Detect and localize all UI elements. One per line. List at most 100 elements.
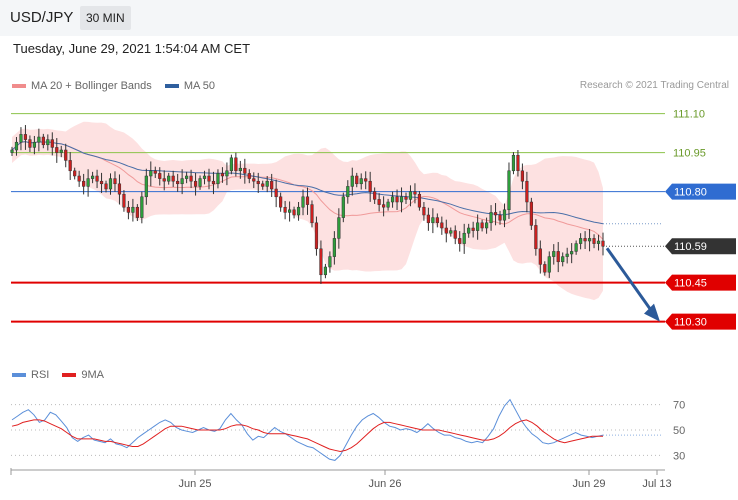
candle-body — [229, 157, 233, 172]
candle-body — [587, 238, 592, 242]
candle-body — [346, 186, 350, 198]
rsi-level-label-30: 30 — [673, 450, 685, 462]
candle-body — [323, 266, 328, 276]
candle-body — [395, 196, 399, 203]
candle-body — [68, 160, 72, 172]
candle-body — [77, 175, 81, 182]
candle-body — [32, 141, 36, 148]
candle-body — [301, 196, 305, 208]
candle-body — [484, 222, 489, 229]
candle-body — [538, 248, 542, 265]
candle-body — [265, 180, 269, 187]
candle-body — [14, 141, 19, 151]
candle-body — [431, 217, 435, 224]
candle-body — [19, 134, 23, 143]
candle-body — [355, 175, 359, 185]
candle-body — [144, 175, 148, 198]
candle-body — [399, 196, 404, 203]
candle-body — [185, 175, 189, 179]
candle-body — [104, 183, 108, 190]
candle-body — [570, 251, 574, 255]
rsi-panel: 70 50 30 — [11, 398, 685, 462]
candle-body — [350, 175, 354, 187]
candle-body — [440, 222, 444, 229]
candle-body — [189, 175, 193, 182]
candle-body — [252, 178, 256, 182]
rsi-level-label-70: 70 — [673, 400, 685, 412]
candle-body — [193, 180, 198, 187]
forecast-arrow — [605, 247, 660, 322]
candle-body — [243, 167, 247, 174]
candle-body — [287, 209, 292, 213]
candle-body — [413, 191, 417, 195]
level-label-110.30: 110.30 — [674, 317, 707, 329]
candle-body — [386, 201, 390, 208]
candle-body — [328, 256, 332, 268]
candle-body — [135, 206, 139, 218]
candle-body — [592, 238, 596, 244]
candle-body — [341, 196, 345, 218]
candle-body — [556, 251, 560, 263]
candle-body — [417, 193, 422, 208]
candle-body — [198, 178, 202, 187]
level-label-110.45: 110.45 — [674, 278, 707, 290]
candle-body — [274, 188, 278, 198]
x-tick-label: Jun 26 — [368, 478, 401, 490]
candle-body — [211, 180, 216, 185]
candle-body — [382, 204, 386, 208]
time-axis: Jun 25 Jun 26 Jun 29 Jul 13 — [10, 468, 672, 490]
candle-body — [314, 222, 319, 250]
candle-body — [153, 170, 157, 174]
candle-body — [561, 256, 565, 263]
candle-body — [225, 170, 229, 177]
candle-body — [583, 238, 587, 242]
x-tick-label: Jul 13 — [642, 478, 671, 490]
candle-body — [476, 222, 480, 231]
candle-body — [95, 175, 99, 182]
candle-body — [50, 139, 54, 148]
candle-body — [256, 180, 260, 185]
x-tick-label: Jun 29 — [572, 478, 605, 490]
candle-body — [579, 238, 583, 244]
candle-body — [565, 253, 569, 257]
candle-body — [444, 227, 448, 234]
candle-body — [171, 175, 175, 182]
candle-body — [117, 183, 122, 195]
candle-body — [435, 217, 439, 224]
candle-body — [601, 240, 605, 247]
candle-body — [390, 196, 395, 203]
candle-body — [140, 196, 144, 218]
candle-body — [359, 178, 363, 185]
price-chart[interactable]: 111.10 110.95 110.80 110.59 110.45 110.30 70 5… — [0, 0, 738, 500]
candle-body — [108, 178, 113, 190]
candle-body — [310, 204, 314, 224]
forecast-arrow-shaft — [605, 247, 654, 313]
candle-body — [520, 170, 525, 182]
candle-body — [337, 217, 341, 239]
candle-body — [90, 175, 95, 179]
candle-body — [270, 180, 274, 190]
candle-body — [377, 199, 381, 205]
candle-body — [162, 178, 166, 182]
candle-body — [525, 180, 529, 203]
candle-body — [489, 212, 493, 224]
candle-body — [458, 238, 462, 244]
candle-body — [82, 180, 86, 187]
candle-body — [220, 173, 225, 177]
candle-body — [507, 170, 511, 211]
candle-body — [55, 147, 59, 153]
candle-body — [462, 232, 466, 244]
candle-body — [364, 178, 368, 182]
level-label-110.59: 110.59 — [674, 241, 707, 253]
candle-body — [234, 157, 238, 172]
level-label-110.95: 110.95 — [673, 148, 706, 160]
candle-body — [480, 222, 484, 229]
candle-body — [180, 178, 184, 185]
candle-body — [449, 230, 453, 234]
candle-body — [113, 178, 117, 185]
candle-body — [279, 196, 283, 208]
candle-body — [426, 214, 430, 224]
candle-body — [543, 264, 547, 273]
candle-body — [408, 191, 413, 200]
candle-body — [296, 206, 301, 216]
